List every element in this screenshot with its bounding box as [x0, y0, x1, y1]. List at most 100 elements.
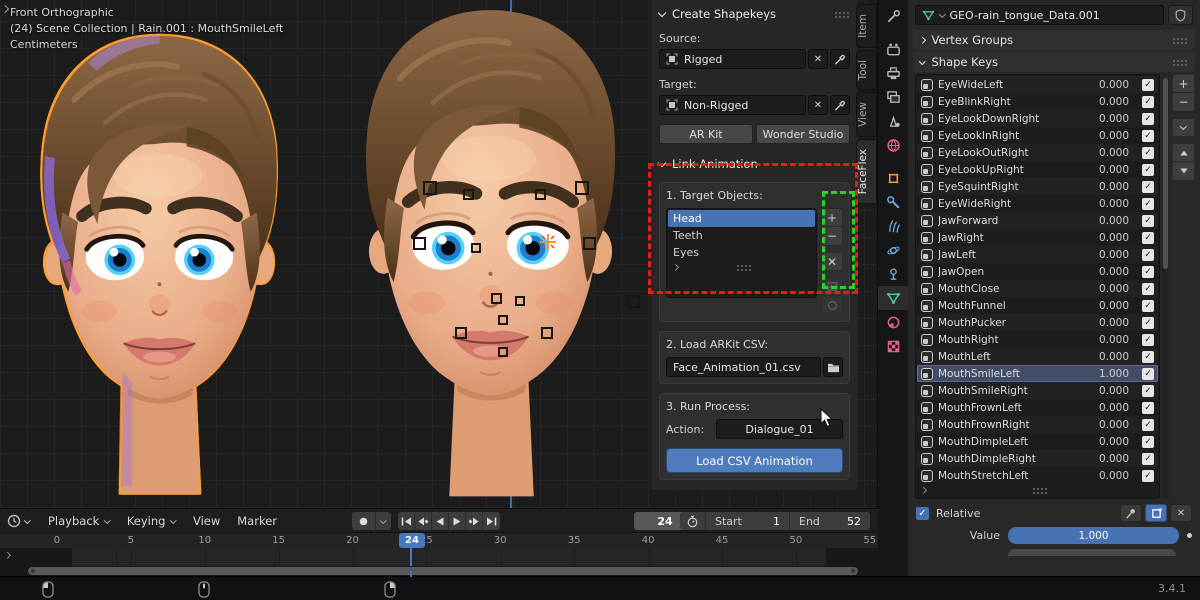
- scrollbar-thumb[interactable]: [1163, 78, 1168, 269]
- shapekey-enable-checkbox[interactable]: ✓: [1142, 147, 1154, 159]
- shapekey-value[interactable]: 1.000: [1083, 368, 1129, 380]
- load-csv-animation-button[interactable]: Load CSV Animation: [666, 448, 843, 473]
- shapekey-enable-checkbox[interactable]: ✓: [1142, 334, 1154, 346]
- chevron-down-icon[interactable]: [939, 11, 945, 17]
- shapekey-enable-checkbox[interactable]: ✓: [1142, 164, 1154, 176]
- shapekey-row-mouthsmileleft[interactable]: MouthSmileLeft 1.000 ✓: [917, 365, 1158, 382]
- shapekey-enable-checkbox[interactable]: ✓: [1142, 96, 1154, 108]
- shapekey-row-mouthfrownright[interactable]: MouthFrownRight 0.000 ✓: [917, 416, 1158, 433]
- shapekey-enable-checkbox[interactable]: ✓: [1142, 266, 1154, 278]
- target-object-field[interactable]: Non-Rigged: [659, 95, 806, 115]
- shapekey-row-mouthstretchleft[interactable]: MouthStretchLeft 0.000 ✓: [917, 467, 1158, 484]
- shapekey-row-mouthclose[interactable]: MouthClose 0.000 ✓: [917, 280, 1158, 297]
- shapekey-value[interactable]: 0.000: [1083, 317, 1129, 329]
- shapekey-row-mouthright[interactable]: MouthRight 0.000 ✓: [917, 331, 1158, 348]
- shapekey-value[interactable]: 0.000: [1083, 113, 1129, 125]
- panel-grip-icon[interactable]: [1172, 37, 1188, 44]
- tab-view-layer-icon[interactable]: [878, 85, 908, 109]
- channel-expand-icon[interactable]: [4, 552, 10, 558]
- panel-grip-icon[interactable]: [834, 11, 850, 18]
- use-preview-range-button[interactable]: [680, 512, 706, 530]
- datablock-name-field[interactable]: GEO-rain_tongue_Data.001: [915, 5, 1164, 25]
- selected-empty-marker[interactable]: [540, 234, 556, 250]
- shapekey-enable-checkbox[interactable]: ✓: [1142, 249, 1154, 261]
- shapekey-row-eyelookoutright[interactable]: EyeLookOutRight 0.000 ✓: [917, 144, 1158, 161]
- tab-tool-icon[interactable]: [878, 4, 908, 28]
- shapekey-value[interactable]: 0.000: [1083, 96, 1129, 108]
- shapekey-value[interactable]: 0.000: [1083, 300, 1129, 312]
- shapekey-enable-checkbox[interactable]: ✓: [1142, 436, 1154, 448]
- next-keyframe-button[interactable]: [466, 512, 483, 530]
- tab-material-icon[interactable]: [878, 310, 908, 334]
- shapekey-enable-checkbox[interactable]: ✓: [1142, 385, 1154, 397]
- prev-keyframe-button[interactable]: [415, 512, 432, 530]
- tab-texture-icon[interactable]: [878, 334, 908, 358]
- character-head-tracked[interactable]: [366, 10, 615, 496]
- tab-object-icon[interactable]: [878, 166, 908, 190]
- character-head-selected[interactable]: [42, 36, 276, 494]
- shapekey-enable-checkbox[interactable]: ✓: [1142, 351, 1154, 363]
- csv-file-field[interactable]: Face_Animation_01.csv: [666, 357, 821, 377]
- sidebar-tab-item[interactable]: Item: [856, 4, 877, 48]
- shapekey-row-eyeblinkright[interactable]: EyeBlinkRight 0.000 ✓: [917, 93, 1158, 110]
- vertex-groups-panel-header[interactable]: Vertex Groups: [913, 30, 1195, 50]
- shapekey-value[interactable]: 0.000: [1083, 266, 1129, 278]
- timeline-channel-area[interactable]: [0, 548, 878, 566]
- move-shapekey-up-button[interactable]: [1172, 143, 1195, 162]
- frame-start-field[interactable]: Start1: [706, 512, 790, 530]
- auto-keying-button[interactable]: [352, 512, 376, 530]
- shapekey-value[interactable]: 0.000: [1083, 470, 1129, 482]
- tab-constraints-icon[interactable]: [878, 262, 908, 286]
- source-object-field[interactable]: Rigged: [659, 49, 806, 69]
- shapekey-value[interactable]: 0.000: [1083, 181, 1129, 193]
- shapekey-enable-checkbox[interactable]: ✓: [1142, 79, 1154, 91]
- shapekey-enable-checkbox[interactable]: ✓: [1142, 317, 1154, 329]
- shapekey-edit-mode-button[interactable]: [1145, 504, 1167, 522]
- shapekey-row-jawleft[interactable]: JawLeft 0.000 ✓: [917, 246, 1158, 263]
- shapekey-row-eyelookupright[interactable]: EyeLookUpRight 0.000 ✓: [917, 161, 1158, 178]
- shapekey-value[interactable]: 0.000: [1083, 351, 1129, 363]
- shapekey-row-mouthdimpleright[interactable]: MouthDimpleRight 0.000 ✓: [917, 450, 1158, 467]
- shapekey-row-mouthfunnel[interactable]: MouthFunnel 0.000 ✓: [917, 297, 1158, 314]
- shapekey-value-slider[interactable]: 1.000: [1008, 527, 1179, 544]
- relative-checkbox[interactable]: ✓: [916, 507, 929, 520]
- shapekey-value[interactable]: 0.000: [1083, 283, 1129, 295]
- 3d-viewport[interactable]: Front Orthographic (24) Scene Collection…: [0, 0, 878, 508]
- shapekey-row-eyelookinright[interactable]: EyeLookInRight 0.000 ✓: [917, 127, 1158, 144]
- tab-physics-icon[interactable]: [878, 238, 908, 262]
- shapekey-enable-checkbox[interactable]: ✓: [1142, 419, 1154, 431]
- circle-select-button[interactable]: [821, 296, 843, 315]
- source-clear-button[interactable]: ✕: [808, 49, 828, 69]
- shapekey-value[interactable]: 0.000: [1083, 453, 1129, 465]
- shapekey-row-eyewideright[interactable]: EyeWideRight 0.000 ✓: [917, 195, 1158, 212]
- target-clear-button[interactable]: ✕: [808, 95, 828, 115]
- timeline-menu-playback[interactable]: Playback: [48, 514, 110, 528]
- shapekey-value[interactable]: 0.000: [1083, 130, 1129, 142]
- scrollbar-thumb[interactable]: [28, 567, 858, 575]
- tab-render-icon[interactable]: [878, 37, 908, 61]
- shapekey-row-mouthleft[interactable]: MouthLeft 0.000 ✓: [917, 348, 1158, 365]
- source-eyedropper-button[interactable]: [830, 49, 850, 69]
- shapekey-enable-checkbox[interactable]: ✓: [1142, 232, 1154, 244]
- shapekey-value[interactable]: 0.000: [1083, 232, 1129, 244]
- add-shapekey-button[interactable]: +: [1172, 74, 1195, 93]
- shapekey-enable-checkbox[interactable]: ✓: [1142, 215, 1154, 227]
- shapekey-specials-button[interactable]: [1172, 118, 1195, 137]
- shapekey-row-eyewideleft[interactable]: EyeWideLeft 0.000 ✓: [917, 76, 1158, 93]
- create-shapekeys-header[interactable]: Create Shapekeys: [659, 5, 850, 23]
- sidebar-tab-faceflex[interactable]: FaceFlex: [856, 139, 877, 204]
- editor-type-button[interactable]: [7, 514, 30, 528]
- filter-expand-icon[interactable]: [920, 487, 926, 493]
- shapekey-enable-checkbox[interactable]: ✓: [1142, 402, 1154, 414]
- sidebar-tab-view[interactable]: View: [856, 92, 877, 137]
- shapekey-row-mouthfrownleft[interactable]: MouthFrownLeft 0.000 ✓: [917, 399, 1158, 416]
- play-reverse-button[interactable]: [432, 512, 449, 530]
- shapekey-row-eyesquintright[interactable]: EyeSquintRight 0.000 ✓: [917, 178, 1158, 195]
- list-filter-row[interactable]: [917, 484, 1158, 497]
- shapekeys-scrollbar[interactable]: [1162, 74, 1169, 499]
- browse-file-button[interactable]: [823, 357, 843, 377]
- shapekey-value[interactable]: 0.000: [1083, 147, 1129, 159]
- shapekey-value[interactable]: 0.000: [1083, 385, 1129, 397]
- shapekey-value[interactable]: 0.000: [1083, 164, 1129, 176]
- jump-to-start-button[interactable]: [398, 512, 415, 530]
